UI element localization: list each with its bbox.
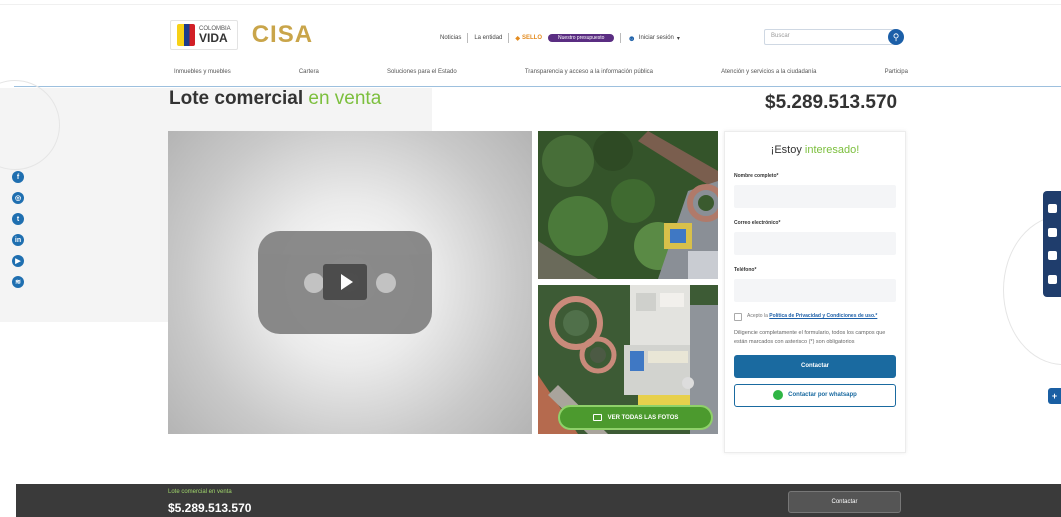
footer-price: $5.289.513.570 xyxy=(168,501,252,515)
whatsapp-button[interactable]: Contactar por whatsapp xyxy=(734,383,896,407)
instagram-icon[interactable]: ◎ xyxy=(12,192,24,204)
gov-logo-text: COLOMBIA VIDA xyxy=(199,26,231,44)
gov-logo[interactable]: COLOMBIA VIDA xyxy=(170,20,238,50)
header-logos: COLOMBIA VIDA CISA xyxy=(170,20,313,50)
page: COLOMBIA VIDA CISA Noticias La entidad ◆… xyxy=(0,0,1061,517)
video-player[interactable] xyxy=(168,131,532,434)
email-label: Correo electrónico* xyxy=(734,220,781,226)
menu-item-cartera[interactable]: Cartera xyxy=(299,69,319,75)
privacy-policy-link[interactable]: Política de Privacidad y Condiciones de … xyxy=(769,313,877,319)
twitter-icon[interactable]: t xyxy=(12,213,24,225)
menu-item-participa[interactable]: Participa xyxy=(885,69,908,75)
form-note: Diligencie completamente el formulario, … xyxy=(734,330,886,346)
nav-separator xyxy=(467,33,469,43)
top-nav: Noticias La entidad ◆ SELLO Nuestro pres… xyxy=(440,33,680,43)
font-size-icon[interactable] xyxy=(1047,251,1057,261)
sticky-footer: Lote comercial en venta $5.289.513.570 C… xyxy=(16,484,1061,517)
gallery-icon xyxy=(592,414,602,421)
form-title-main: ¡Estoy xyxy=(770,144,802,156)
whatsapp-label: Contactar por whatsapp xyxy=(788,392,857,399)
property-photo-aerial[interactable] xyxy=(538,131,718,279)
listing-price: $5.289.513.570 xyxy=(765,92,898,113)
footer-contact-button[interactable]: Contactar xyxy=(788,491,901,513)
video-dot xyxy=(376,273,396,293)
chevron-down-icon: ▾ xyxy=(676,35,680,42)
video-thumbnail xyxy=(258,231,432,334)
youtube-icon[interactable]: ▶ xyxy=(12,255,24,267)
privacy-text: Acepto la Política de Privacidad y Condi… xyxy=(747,312,877,320)
linkedin-icon[interactable]: in xyxy=(12,234,24,246)
privacy-prefix: Acepto la xyxy=(747,313,768,319)
social-bar: f ◎ t in ▶ ≋ xyxy=(12,171,24,288)
menu-item-atencion[interactable]: Atención y servicios a la ciudadanía xyxy=(721,69,816,75)
contrast-icon[interactable] xyxy=(1047,227,1057,237)
video-dot xyxy=(304,273,324,293)
menu-item-soluciones[interactable]: Soluciones para el Estado xyxy=(387,69,457,75)
accessibility-toolbar xyxy=(1043,191,1061,297)
nav-pill[interactable]: Nuestro presupuesto xyxy=(548,34,615,42)
nav-separator xyxy=(508,33,510,43)
colombia-flag-icon xyxy=(177,24,195,46)
expand-icon[interactable]: + xyxy=(1048,388,1061,404)
footer-title: Lote comercial en venta xyxy=(168,489,232,495)
accessibility-icon[interactable] xyxy=(1047,204,1057,214)
form-title: ¡Estoy interesado! xyxy=(734,144,896,156)
search-input[interactable]: Buscar xyxy=(764,29,896,45)
view-all-photos-label: VER TODAS LAS FOTOS xyxy=(607,414,679,421)
translate-icon[interactable] xyxy=(1047,274,1057,284)
title-accent: en venta xyxy=(308,88,382,109)
contact-form: ¡Estoy interesado! Nombre completo* Corr… xyxy=(724,131,906,453)
spotify-icon[interactable]: ≋ xyxy=(12,276,24,288)
header-divider xyxy=(14,86,1061,87)
cisa-logo[interactable]: CISA xyxy=(252,21,313,49)
menu-item-inmuebles[interactable]: Inmuebles y muebles xyxy=(174,69,231,75)
login-label: Iniciar sesión xyxy=(638,35,674,41)
whatsapp-icon xyxy=(773,390,784,401)
login-button[interactable]: ☻ Iniciar sesión ▾ xyxy=(627,34,679,43)
page-title: Lote comercial en venta xyxy=(169,88,381,110)
sello-icon: ◆ xyxy=(515,35,520,42)
title-main: Lote comercial xyxy=(169,88,304,109)
name-field[interactable] xyxy=(734,185,896,208)
nav-separator xyxy=(620,33,622,43)
view-all-photos-button[interactable]: VER TODAS LAS FOTOS xyxy=(558,405,713,430)
email-field[interactable] xyxy=(734,232,896,255)
aerial-photo-image xyxy=(538,131,718,279)
top-divider xyxy=(0,4,1061,5)
nav-entidad[interactable]: La entidad xyxy=(474,35,502,41)
user-icon: ☻ xyxy=(627,33,636,43)
sello-label: SELLO xyxy=(522,35,543,41)
play-icon[interactable] xyxy=(323,264,367,300)
facebook-icon[interactable]: f xyxy=(12,171,24,183)
gov-logo-big: VIDA xyxy=(199,31,228,45)
nav-noticias[interactable]: Noticias xyxy=(440,35,461,41)
main-menu: Inmuebles y muebles Cartera Soluciones p… xyxy=(174,69,908,75)
menu-item-transparencia[interactable]: Transparencia y acceso a la información … xyxy=(525,69,653,75)
contact-button[interactable]: Contactar xyxy=(734,354,896,378)
name-label: Nombre completo* xyxy=(734,173,779,179)
phone-label: Teléfono* xyxy=(734,267,757,273)
phone-field[interactable] xyxy=(734,279,896,302)
privacy-checkbox[interactable] xyxy=(734,313,742,321)
form-title-accent: interesado! xyxy=(804,144,860,156)
nav-sello[interactable]: ◆ SELLO xyxy=(515,35,542,42)
privacy-accept: Acepto la Política de Privacidad y Condi… xyxy=(734,312,896,321)
search-icon: ⚲ xyxy=(892,31,900,42)
search-button[interactable]: ⚲ xyxy=(888,29,904,45)
